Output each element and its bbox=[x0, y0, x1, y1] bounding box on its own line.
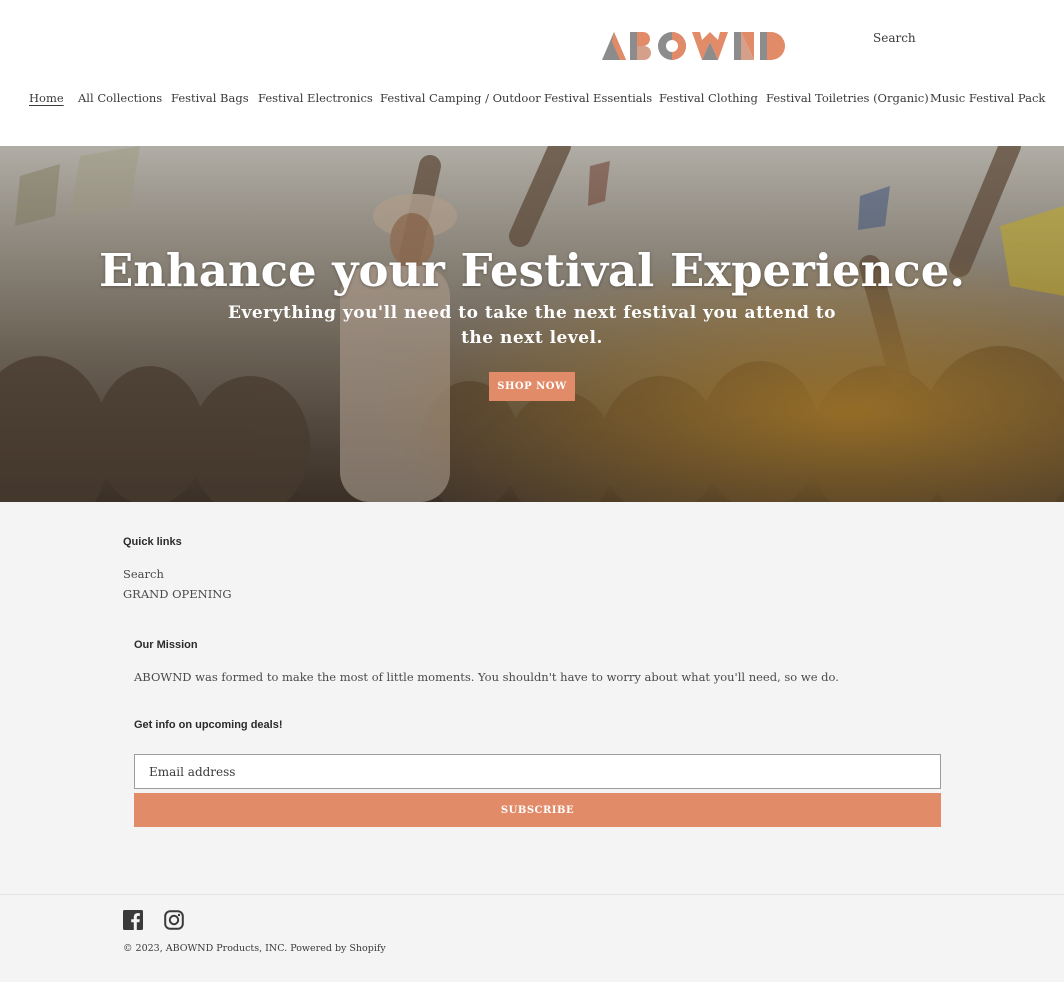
nav-item-festival-essentials[interactable]: Festival Essentials bbox=[544, 91, 652, 105]
site-header: Search Home All Collections Festival Bag… bbox=[0, 0, 1064, 146]
hero-banner: Enhance your Festival Experience. Everyt… bbox=[0, 146, 1064, 502]
page-bottom-strip bbox=[0, 982, 1064, 992]
nav-item-music-festival-pack[interactable]: Music Festival Pack bbox=[930, 91, 1045, 105]
newsletter-heading: Get info on upcoming deals! bbox=[134, 719, 283, 731]
hero-title: Enhance your Festival Experience. bbox=[98, 244, 966, 297]
footer-divider bbox=[0, 894, 1064, 895]
mission-heading: Our Mission bbox=[134, 639, 198, 651]
nav-item-festival-camping-outdoor[interactable]: Festival Camping / Outdoor bbox=[380, 91, 541, 105]
instagram-icon[interactable] bbox=[164, 910, 184, 930]
email-field[interactable] bbox=[134, 754, 941, 789]
footer-link-grand-opening[interactable]: GRAND OPENING bbox=[123, 587, 232, 601]
hero-subtitle: Everything you'll need to take the next … bbox=[228, 303, 836, 348]
copyright-text: © 2023, ABOWND Products, INC. Powered by… bbox=[123, 943, 386, 954]
header-search-link[interactable]: Search bbox=[873, 31, 916, 45]
logo[interactable] bbox=[600, 30, 790, 62]
subscribe-button[interactable]: SUBSCRIBE bbox=[134, 793, 941, 827]
nav-item-festival-clothing[interactable]: Festival Clothing bbox=[659, 91, 758, 105]
nav-item-festival-bags[interactable]: Festival Bags bbox=[171, 91, 249, 105]
nav-item-festival-electronics[interactable]: Festival Electronics bbox=[258, 91, 373, 105]
quick-links-heading: Quick links bbox=[123, 536, 182, 548]
footer-link-search[interactable]: Search bbox=[123, 567, 164, 581]
shop-now-button[interactable]: SHOP NOW bbox=[489, 372, 575, 401]
site-footer: Quick links Search GRAND OPENING Our Mis… bbox=[0, 502, 1064, 982]
nav-item-festival-toiletries[interactable]: Festival Toiletries (Organic) bbox=[766, 91, 929, 105]
nav-item-home[interactable]: Home bbox=[29, 91, 64, 105]
main-nav: Home All Collections Festival Bags Festi… bbox=[0, 91, 1064, 111]
facebook-icon[interactable] bbox=[123, 910, 143, 930]
mission-text: ABOWND was formed to make the most of li… bbox=[134, 670, 839, 684]
nav-item-all-collections[interactable]: All Collections bbox=[78, 91, 162, 105]
